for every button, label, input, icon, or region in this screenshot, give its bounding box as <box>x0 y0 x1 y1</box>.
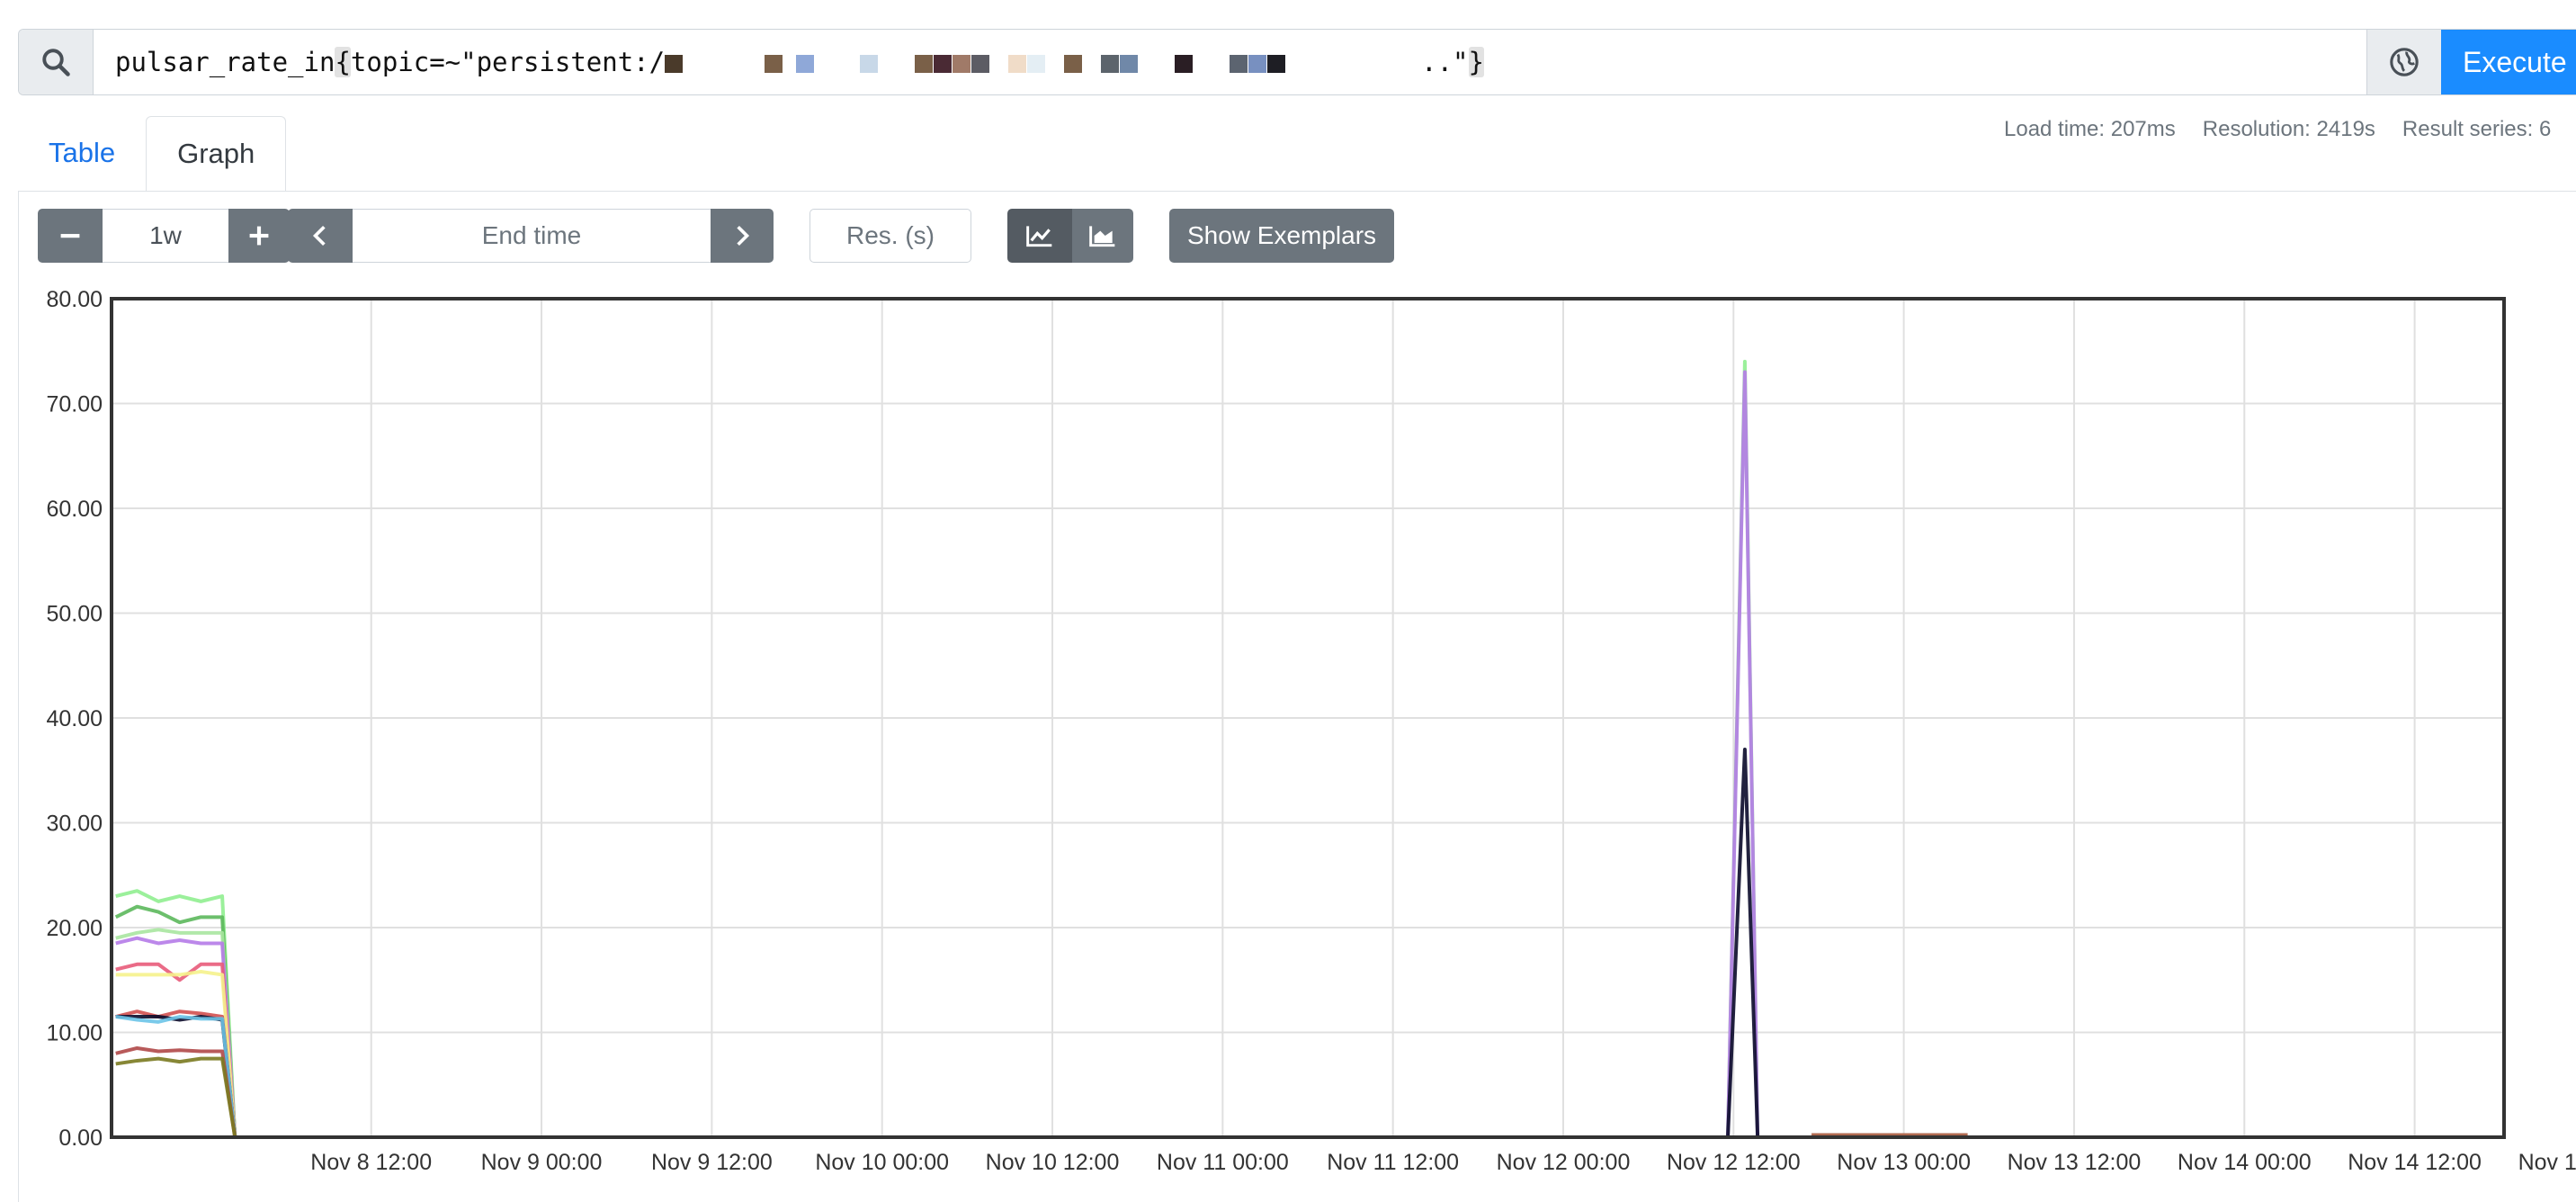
query-close-brace: } <box>1468 47 1484 77</box>
line-chart-button[interactable] <box>1007 209 1072 263</box>
y-tick-label: 0.00 <box>58 1126 103 1151</box>
view-tabs: Table Graph <box>18 115 287 192</box>
tab-graph[interactable]: Graph <box>146 116 287 192</box>
execute-button[interactable]: Execute <box>2441 30 2576 94</box>
redaction-block <box>934 55 953 73</box>
expression-bar: pulsar_rate_in{topic=~"persistent:/.."} … <box>18 29 2576 95</box>
line-chart-icon <box>1026 226 1052 247</box>
series-line <box>115 969 2500 1139</box>
y-tick-label: 60.00 <box>46 497 103 522</box>
query-open-brace: { <box>335 47 351 77</box>
series-line <box>115 1009 2500 1139</box>
tabs-divider <box>18 191 2576 192</box>
redaction-block <box>1120 55 1139 73</box>
decrease-range-button[interactable] <box>38 209 103 263</box>
query-metric: pulsar_rate_in <box>115 47 335 77</box>
y-tick-label: 50.00 <box>46 602 103 627</box>
tab-table[interactable]: Table <box>18 115 146 191</box>
x-tick-label: Nov 14 12:00 <box>2348 1150 2482 1175</box>
series-line <box>115 962 2500 1139</box>
redaction-block <box>665 55 684 73</box>
x-tick-label: Nov 11 00:00 <box>1157 1150 1289 1175</box>
y-tick-label: 40.00 <box>46 706 103 731</box>
y-tick-label: 80.00 <box>46 287 103 312</box>
globe-icon[interactable] <box>2366 30 2441 94</box>
load-time: Load time: 207ms <box>2004 117 2176 141</box>
x-tick-label: Nov 12 12:00 <box>1667 1150 1801 1175</box>
x-tick-label: Nov 8 12:00 <box>310 1150 432 1175</box>
series-line <box>115 928 2500 1139</box>
redaction-block <box>1101 55 1120 73</box>
plus-icon <box>249 226 269 246</box>
chart-grid <box>112 298 2504 1138</box>
x-tick-label: Nov 15 00:00 <box>2518 1150 2576 1175</box>
redaction-block <box>796 55 815 73</box>
y-axis: 0.00 10.00 20.00 30.00 40.00 50.00 60.00 70.00 8… <box>46 287 103 1151</box>
redaction-block <box>1008 55 1027 73</box>
redaction-block <box>1248 55 1267 73</box>
redaction-block <box>915 55 934 73</box>
search-icon <box>19 30 94 94</box>
x-tick-label: Nov 12 00:00 <box>1497 1150 1631 1175</box>
minus-icon <box>60 234 80 238</box>
redaction-block <box>1230 55 1248 73</box>
y-tick-label: 70.00 <box>46 392 103 417</box>
series-line <box>115 359 2500 1139</box>
redaction-block <box>765 55 783 73</box>
query-tail: .." <box>1421 47 1469 77</box>
chart-series <box>114 359 2500 1139</box>
series-line <box>115 1056 2500 1139</box>
x-tick-label: Nov 14 00:00 <box>2178 1150 2312 1175</box>
query-label-matcher: topic=~"persistent:/ <box>350 47 666 77</box>
series-line <box>115 747 2500 1139</box>
previous-time-button[interactable] <box>288 209 353 263</box>
next-time-button[interactable] <box>711 209 774 263</box>
area-chart-icon <box>1089 226 1115 247</box>
x-tick-label: Nov 13 12:00 <box>2008 1150 2142 1175</box>
redaction-block <box>971 55 990 73</box>
series-line <box>114 904 2500 1139</box>
redaction-block <box>1027 55 1046 73</box>
x-axis: Nov 8 12:00 Nov 9 00:00 Nov 9 12:00 Nov 10 … <box>310 1150 2576 1175</box>
chevron-right-icon <box>737 225 750 247</box>
x-tick-label: Nov 13 00:00 <box>1837 1150 1971 1175</box>
series-line <box>115 1015 2500 1139</box>
redaction-block <box>1064 55 1083 73</box>
x-tick-label: Nov 9 00:00 <box>481 1150 603 1175</box>
y-tick-label: 30.00 <box>46 812 103 837</box>
redaction-block <box>1267 55 1286 73</box>
y-tick-label: 20.00 <box>46 916 103 941</box>
redacted-topic <box>665 47 1421 77</box>
query-stats: Load time: 207ms Resolution: 2419s Resul… <box>2004 117 2551 142</box>
show-exemplars-button[interactable]: Show Exemplars <box>1169 209 1394 263</box>
redaction-block <box>860 55 879 73</box>
result-series: Result series: 6 <box>2402 117 2552 141</box>
stacked-chart-button[interactable] <box>1072 209 1133 263</box>
y-tick-label: 10.00 <box>46 1021 103 1046</box>
redaction-block <box>953 55 971 73</box>
series-line <box>115 370 2500 1139</box>
chevron-left-icon <box>312 225 326 247</box>
resolution-stat: Resolution: 2419s <box>2202 117 2375 141</box>
range-input[interactable]: 1w <box>103 209 228 263</box>
x-tick-label: Nov 10 00:00 <box>815 1150 949 1175</box>
end-time-input[interactable]: End time <box>353 209 711 263</box>
x-tick-label: Nov 9 12:00 <box>651 1150 773 1175</box>
x-tick-label: Nov 11 12:00 <box>1327 1150 1459 1175</box>
redaction-block <box>1175 55 1194 73</box>
graph-chart[interactable]: 0.00 10.00 20.00 30.00 40.00 50.00 60.00 70.00 8… <box>0 270 2576 1202</box>
series-line <box>115 1045 2500 1139</box>
expression-input[interactable]: pulsar_rate_in{topic=~"persistent:/ .."} <box>94 30 2366 94</box>
increase-range-button[interactable] <box>228 209 290 263</box>
x-tick-label: Nov 10 12:00 <box>986 1150 1120 1175</box>
resolution-input[interactable]: Res. (s) <box>809 209 971 263</box>
